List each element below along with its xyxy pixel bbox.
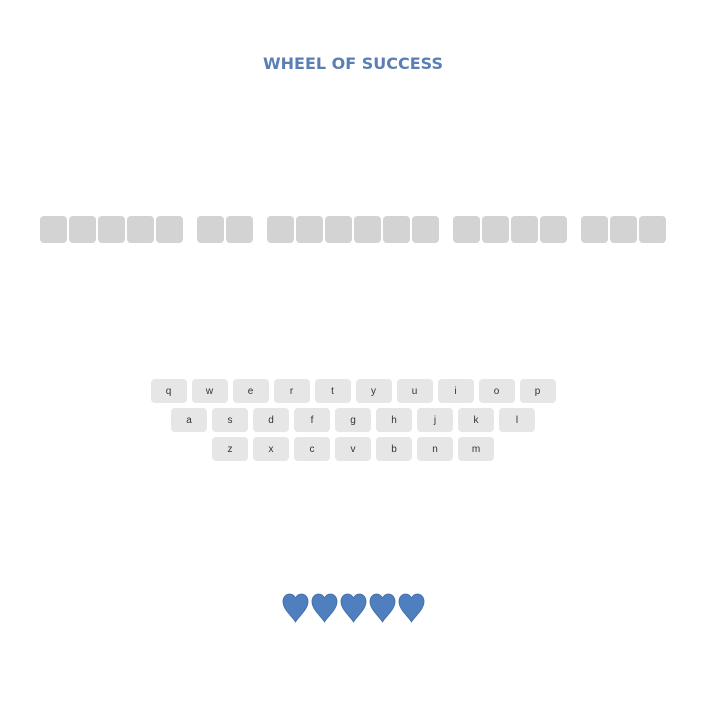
keyboard-row: qwertyuiop [0,379,706,403]
heart-icon [369,593,396,623]
key-i[interactable]: i [437,379,474,403]
puzzle-word [40,216,183,243]
letter-tile [581,216,608,243]
puzzle-word [197,216,253,243]
letter-tile [197,216,224,243]
key-y[interactable]: y [355,379,392,403]
key-g[interactable]: g [335,408,371,432]
letter-tile [383,216,410,243]
key-z[interactable]: z [212,437,248,461]
letter-tile [296,216,323,243]
letter-tile [610,216,637,243]
heart-icon [282,593,309,623]
keyboard-row: asdfghjkl [0,408,706,432]
puzzle-word [267,216,439,243]
key-m[interactable]: m [458,437,494,461]
key-c[interactable]: c [294,437,330,461]
letter-tile [267,216,294,243]
heart-icon [340,593,367,623]
key-f[interactable]: f [294,408,330,432]
keyboard-row: zxcvbnm [0,437,706,461]
key-t[interactable]: t [314,379,351,403]
key-d[interactable]: d [253,408,289,432]
puzzle-word [581,216,666,243]
letter-tile [482,216,509,243]
letter-tile [412,216,439,243]
key-x[interactable]: x [253,437,289,461]
key-q[interactable]: q [150,379,187,403]
lives-indicator [0,593,706,623]
puzzle-word [453,216,567,243]
key-k[interactable]: k [458,408,494,432]
key-j[interactable]: j [417,408,453,432]
key-e[interactable]: e [232,379,269,403]
heart-icon [398,593,425,623]
letter-tile [540,216,567,243]
letter-tile [639,216,666,243]
letter-keyboard: qwertyuiop asdfghjkl zxcvbnm [0,379,706,466]
letter-tile [127,216,154,243]
key-v[interactable]: v [335,437,371,461]
key-u[interactable]: u [396,379,433,403]
letter-tile [98,216,125,243]
letter-tile [511,216,538,243]
letter-tile [226,216,253,243]
key-p[interactable]: p [519,379,556,403]
key-w[interactable]: w [191,379,228,403]
key-n[interactable]: n [417,437,453,461]
key-o[interactable]: o [478,379,515,403]
key-l[interactable]: l [499,408,535,432]
key-a[interactable]: a [171,408,207,432]
puzzle-board [0,216,706,243]
letter-tile [156,216,183,243]
letter-tile [40,216,67,243]
game-title: WHEEL OF SUCCESS [262,54,444,73]
letter-tile [325,216,352,243]
letter-tile [69,216,96,243]
heart-icon [311,593,338,623]
key-h[interactable]: h [376,408,412,432]
key-r[interactable]: r [273,379,310,403]
letter-tile [354,216,381,243]
letter-tile [453,216,480,243]
key-b[interactable]: b [376,437,412,461]
key-s[interactable]: s [212,408,248,432]
